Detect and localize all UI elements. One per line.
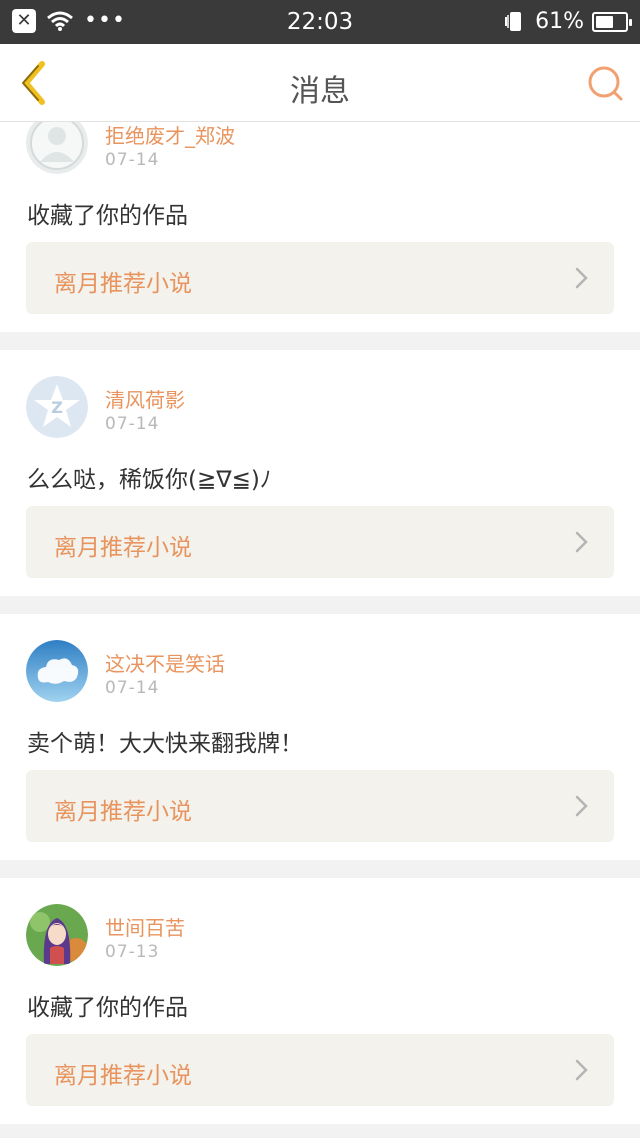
work-title: 离月推荐小说 (54, 535, 192, 561)
chevron-right-icon (575, 1059, 588, 1081)
message-date: 07-13 (105, 942, 160, 962)
message-date: 07-14 (105, 414, 160, 434)
message-card: 这决不是笑话 07-14 卖个萌！大大快来翻我牌！ 离月推荐小说 (0, 614, 640, 860)
message-card: 拒绝废才_郑波 07-14 收藏了你的作品 离月推荐小说 (0, 122, 640, 332)
qq-star-avatar-icon[interactable]: Z (26, 376, 88, 438)
work-link[interactable]: 离月推荐小说 (26, 1034, 614, 1106)
username[interactable]: 这决不是笑话 (105, 648, 225, 677)
chevron-right-icon (575, 267, 588, 289)
message-text: 么么哒，稀饭你(≧∇≦)ﾉ (27, 467, 272, 493)
battery-icon (592, 11, 632, 32)
nav-bar: 消息 (0, 44, 640, 122)
chevron-right-icon (575, 531, 588, 553)
work-link[interactable]: 离月推荐小说 (26, 242, 614, 314)
username[interactable]: 拒绝废才_郑波 (105, 122, 235, 149)
chevron-right-icon (575, 795, 588, 817)
message-text: 卖个萌！大大快来翻我牌！ (27, 731, 303, 757)
battery-percent: 61% (535, 9, 584, 34)
status-bar: ✕ ••• 22:03 61% (0, 0, 640, 44)
cloud-avatar-icon[interactable] (26, 640, 88, 702)
work-title: 离月推荐小说 (54, 271, 192, 297)
battery-level (596, 15, 614, 28)
message-date: 07-14 (105, 678, 160, 698)
work-link[interactable]: 离月推荐小说 (26, 506, 614, 578)
phone-vibrate-icon (505, 11, 522, 31)
username[interactable]: 清风荷影 (105, 384, 185, 413)
work-link[interactable]: 离月推荐小说 (26, 770, 614, 842)
anime-girl-avatar-icon[interactable] (26, 904, 88, 966)
username[interactable]: 世间百苦 (105, 912, 185, 941)
message-date: 07-14 (105, 150, 160, 170)
message-list-viewport[interactable]: 拒绝废才_郑波 07-14 收藏了你的作品 离月推荐小说 Z 清风荷影 07-1… (0, 122, 640, 1138)
work-title: 离月推荐小说 (54, 799, 192, 825)
message-text: 收藏了你的作品 (27, 203, 188, 229)
search-icon[interactable] (586, 64, 624, 102)
page-title: 消息 (290, 74, 350, 109)
message-card: Z 清风荷影 07-14 么么哒，稀饭你(≧∇≦)ﾉ 离月推荐小说 (0, 350, 640, 596)
work-title: 离月推荐小说 (54, 1063, 192, 1089)
message-card: 世间百苦 07-13 收藏了你的作品 离月推荐小说 (0, 878, 640, 1124)
message-list: 拒绝废才_郑波 07-14 收藏了你的作品 离月推荐小说 Z 清风荷影 07-1… (0, 122, 640, 1138)
svg-text:Z: Z (51, 398, 63, 417)
default-avatar-icon[interactable] (26, 122, 88, 174)
status-right: 61% (503, 9, 632, 34)
message-text: 收藏了你的作品 (27, 995, 188, 1021)
